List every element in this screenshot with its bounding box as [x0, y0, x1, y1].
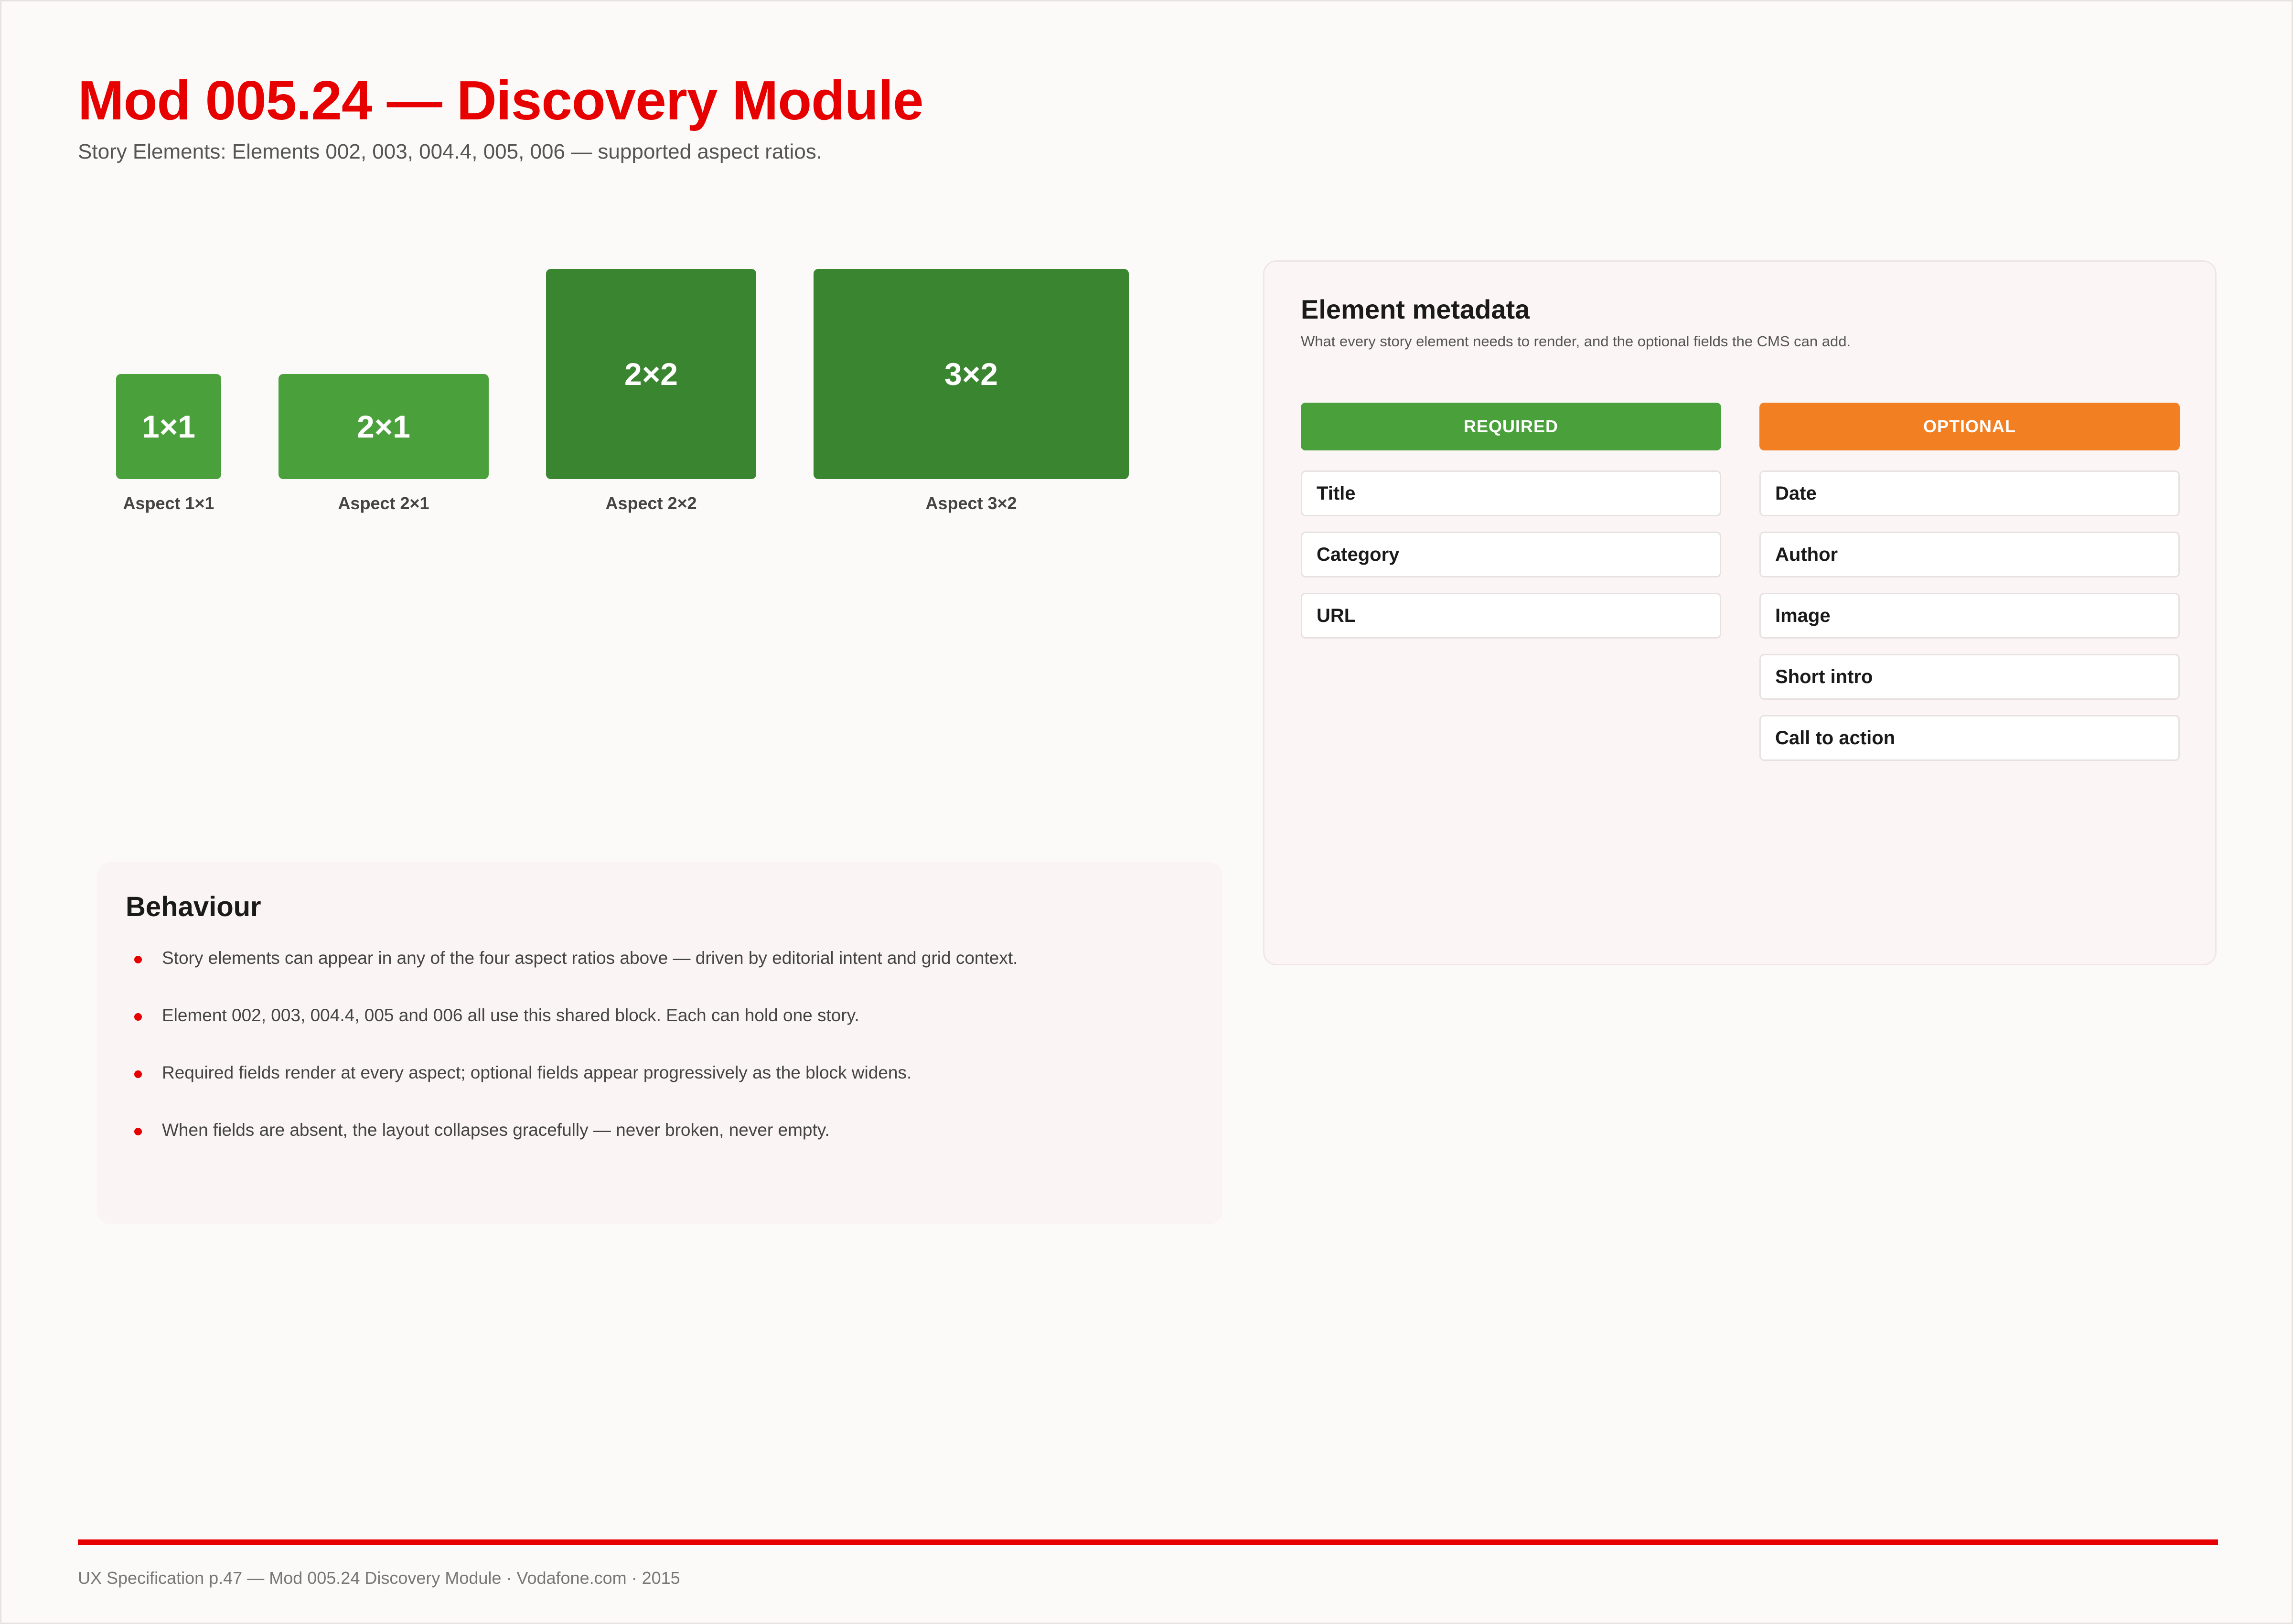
optional-header: OPTIONAL [1759, 403, 2180, 450]
aspect-caption-2x1: Aspect 2×1 [338, 493, 429, 513]
behaviour-bullet: When fields are absent, the layout colla… [162, 1120, 830, 1140]
behaviour-title: Behaviour [126, 891, 261, 922]
optional-field-call-to-action: Call to action [1759, 715, 2180, 761]
behaviour-panel [97, 862, 1222, 1224]
page-title: Mod 005.24 — Discovery Module [78, 69, 924, 131]
page-subtitle: Story Elements: Elements 002, 003, 004.4… [78, 140, 823, 163]
aspect-block-3x2: 3×2 [814, 269, 1129, 479]
optional-field-image: Image [1759, 593, 2180, 639]
behaviour-bullet: Story elements can appear in any of the … [162, 948, 1018, 968]
required-field-category: Category [1301, 532, 1721, 577]
aspect-block-2x2: 2×2 [546, 269, 756, 479]
aspect-caption-1x1: Aspect 1×1 [123, 493, 214, 513]
aspect-caption-2x2: Aspect 2×2 [605, 493, 697, 513]
metadata-title: Element metadata [1301, 294, 1530, 324]
optional-field-author: Author [1759, 532, 2180, 577]
behaviour-bullet: Required fields render at every aspect; … [162, 1063, 912, 1082]
aspect-caption-3x2: Aspect 3×2 [925, 493, 1017, 513]
bullet-dot-icon [134, 1013, 142, 1021]
optional-field-date: Date [1759, 470, 2180, 516]
bullet-dot-icon [134, 956, 142, 963]
behaviour-bullet: Element 002, 003, 004.4, 005 and 006 all… [162, 1005, 859, 1025]
required-field-title: Title [1301, 470, 1721, 516]
required-field-url: URL [1301, 593, 1721, 639]
metadata-description: What every story element needs to render… [1301, 333, 1851, 350]
aspect-block-1x1: 1×1 [116, 374, 221, 479]
optional-field-short-intro: Short intro [1759, 654, 2180, 700]
bullet-dot-icon [134, 1070, 142, 1078]
bullet-dot-icon [134, 1128, 142, 1135]
required-header: REQUIRED [1301, 403, 1721, 450]
footer-text: UX Specification p.47 — Mod 005.24 Disco… [78, 1568, 680, 1588]
footer-rule [78, 1539, 2218, 1545]
aspect-block-2x1: 2×1 [279, 374, 489, 479]
spec-page: Mod 005.24 — Discovery Module Story Elem… [0, 0, 2293, 1624]
